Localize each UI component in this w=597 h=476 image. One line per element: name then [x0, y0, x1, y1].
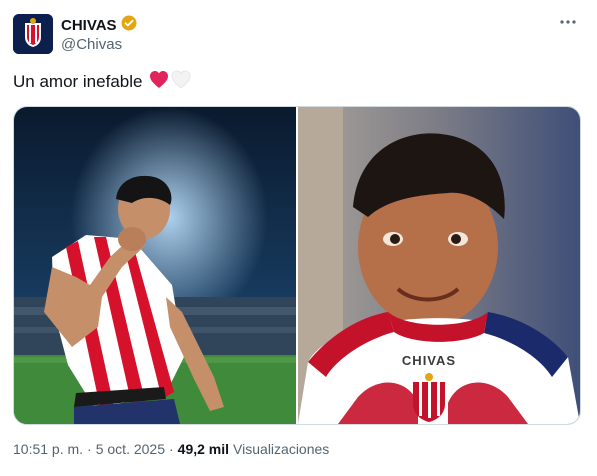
tweet-meta: 10:51 p. m. · 5 oct. 2025 · 49,2 mil Vis… — [13, 441, 329, 457]
chivas-crest-icon — [13, 14, 53, 54]
white-heart-icon — [171, 70, 191, 94]
author-name-row: CHIVAS — [61, 15, 137, 36]
player-photo[interactable] — [14, 107, 298, 424]
media-grid[interactable]: CHIVAS — [13, 106, 581, 425]
shirt-text: CHIVAS — [402, 353, 456, 368]
separator: · — [169, 441, 174, 457]
author-handle[interactable]: @Chivas — [61, 36, 122, 53]
author-name[interactable]: CHIVAS — [61, 17, 117, 34]
tweet-text: Un amor inefable — [13, 70, 191, 94]
views-label: Visualizaciones — [233, 441, 330, 457]
red-heart-icon — [149, 70, 169, 94]
tweet-date[interactable]: 5 oct. 2025 — [96, 441, 165, 457]
views-count: 49,2 mil — [177, 441, 230, 457]
tweet-time[interactable]: 10:51 p. m. — [13, 441, 83, 457]
more-options-icon[interactable] — [559, 13, 577, 34]
tweet-text-content: Un amor inefable — [13, 72, 143, 91]
separator: · — [87, 441, 92, 457]
avatar[interactable] — [13, 14, 53, 54]
verified-badge-icon — [121, 15, 137, 36]
child-photo[interactable]: CHIVAS — [298, 107, 580, 424]
